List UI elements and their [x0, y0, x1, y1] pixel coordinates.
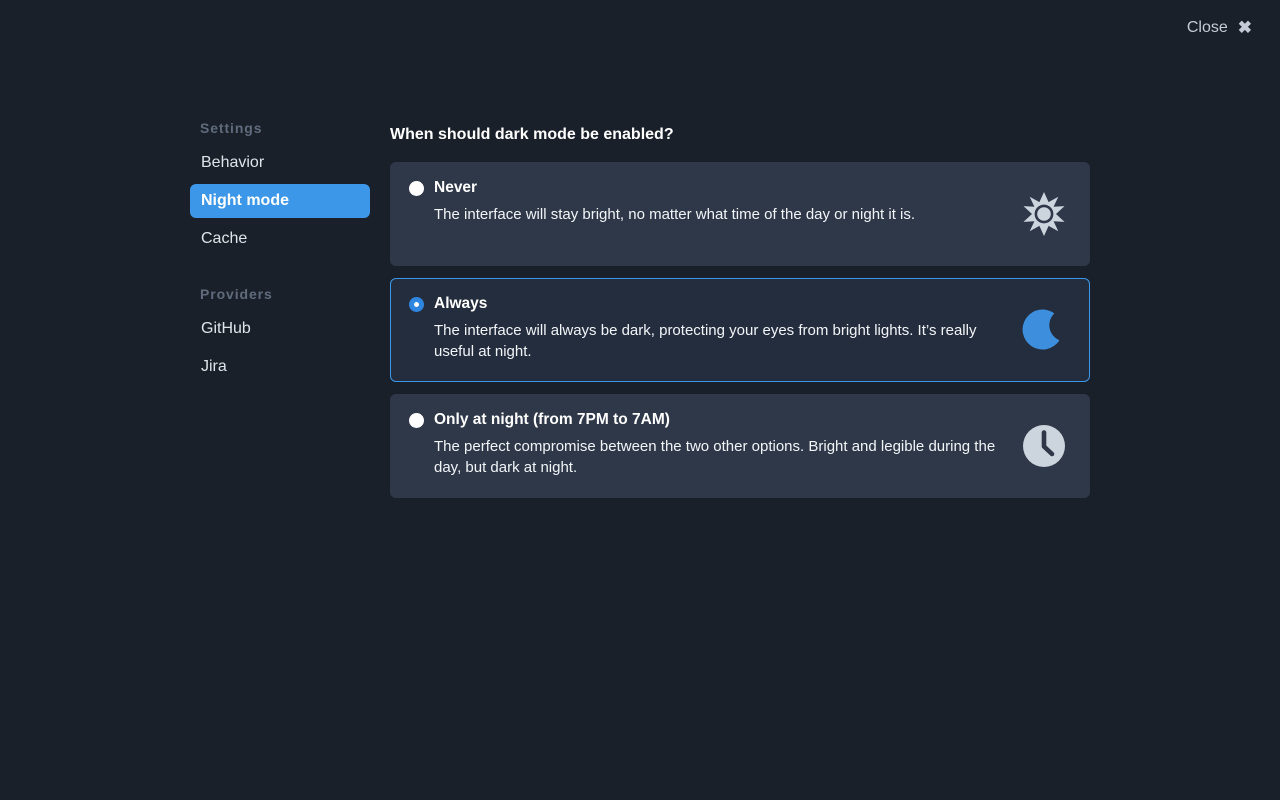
sidebar-item-jira[interactable]: Jira [190, 350, 370, 384]
option-title-always: Always [434, 295, 488, 312]
sidebar-item-behavior[interactable]: Behavior [190, 146, 370, 180]
sidebar-item-night-mode[interactable]: Night mode [190, 184, 370, 218]
option-title-never: Never [434, 179, 478, 196]
option-card-only-at-night[interactable]: Only at night (from 7PM to 7AM) The perf… [390, 394, 1090, 498]
sun-icon [1021, 191, 1067, 237]
option-description-never: The interface will stay bright, no matte… [434, 206, 916, 223]
option-description-only-at-night: The perfect compromise between the two o… [434, 438, 996, 477]
sidebar-section-label-providers: Providers [200, 286, 273, 302]
close-button[interactable]: Close ✖ [1185, 17, 1254, 38]
moon-icon [1021, 307, 1067, 353]
sidebar-item-github[interactable]: GitHub [190, 312, 370, 346]
radio-never[interactable] [409, 180, 424, 196]
close-x-icon: ✖ [1237, 18, 1252, 37]
night-mode-panel: When should dark mode be enabled? Never … [390, 126, 1090, 510]
option-card-never[interactable]: Never The interface will stay bright, no… [390, 162, 1090, 266]
radio-only-at-night[interactable] [409, 412, 424, 428]
option-header: Only at night (from 7PM to 7AM) [409, 411, 1071, 429]
settings-dialog: Close ✖ Settings Behavior Night mode Cac… [0, 0, 1280, 800]
dialog-header: Close ✖ [0, 0, 1280, 60]
option-header: Always [409, 295, 1071, 313]
clock-icon [1021, 423, 1067, 469]
option-title-only-at-night: Only at night (from 7PM to 7AM) [434, 411, 670, 428]
sidebar-item-cache[interactable]: Cache [190, 222, 370, 256]
page-title: When should dark mode be enabled? [390, 126, 674, 143]
close-button-label: Close [1186, 18, 1228, 36]
option-header: Never [409, 179, 1071, 197]
option-description-always: The interface will always be dark, prote… [434, 322, 977, 361]
option-card-always[interactable]: Always The interface will always be dark… [390, 278, 1090, 382]
radio-always[interactable] [409, 296, 424, 312]
sidebar-section-label-settings: Settings [200, 120, 263, 136]
settings-sidebar: Settings Behavior Night mode Cache Provi… [190, 120, 370, 388]
